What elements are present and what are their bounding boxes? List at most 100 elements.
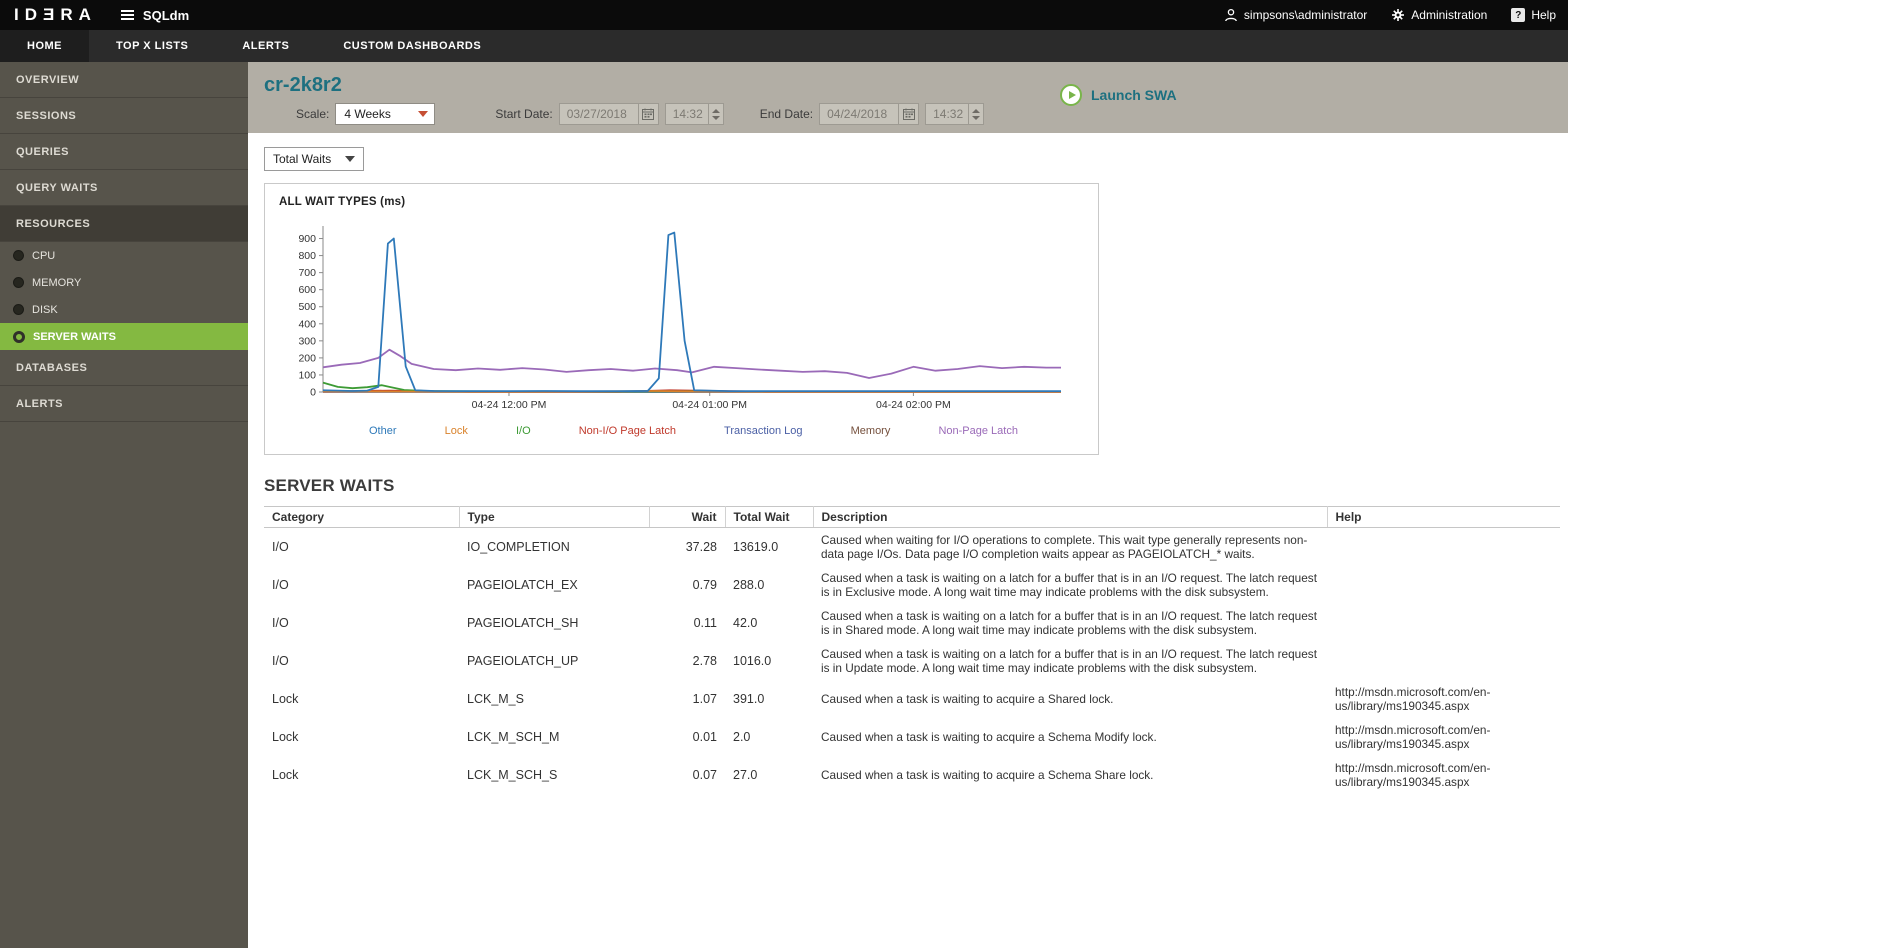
cell-type: PAGEIOLATCH_EX — [467, 578, 578, 592]
spin-down-icon — [972, 115, 981, 120]
user-menu[interactable]: simpsons\administrator — [1224, 8, 1367, 22]
server-wait-row-io-completion[interactable]: I/O IO_COMPLETION 37.28 13619.0 Caused when … — [264, 528, 1560, 567]
administration-button[interactable]: Administration — [1391, 8, 1487, 22]
idera-logo: IDƎRA — [14, 5, 97, 24]
cell-help[interactable]: http://msdn.microsoft.com/en-us/library/… — [1327, 718, 1560, 756]
sidebar-item-alerts[interactable]: ALERTS — [0, 386, 248, 422]
start-time-field: 14:32 — [664, 103, 724, 125]
column-header-wait[interactable]: Wait — [649, 506, 726, 528]
chart-title: ALL WAIT TYPES (ms) — [279, 196, 406, 208]
cell-help[interactable]: http://msdn.microsoft.com/en-us/library/… — [1327, 756, 1560, 794]
calendar-icon — [902, 108, 915, 120]
server-title: cr-2k8r2 — [264, 74, 342, 96]
table-header-row: Category Type Wait Total Wait Descriptio… — [264, 506, 1560, 528]
user-name: simpsons\administrator — [1243, 8, 1368, 22]
server-wait-row-lck-m-s[interactable]: Lock LCK_M_S 1.07 391.0 Caused when a task i… — [264, 680, 1560, 718]
legend-transaction-log[interactable]: Transaction Log — [724, 425, 802, 437]
sidebar-subitem-cpu[interactable]: CPU — [0, 242, 248, 269]
cell-category: I/O — [272, 616, 289, 630]
nav-item-top-x-lists[interactable]: TOP X LISTS — [89, 30, 215, 62]
sidebar-subitem-label: MEMORY — [32, 276, 82, 289]
sidebar-item-databases[interactable]: DATABASES — [0, 350, 248, 386]
cell-wait: 1.07 — [692, 692, 717, 706]
svg-text:200: 200 — [298, 352, 316, 364]
wait-type-dropdown[interactable]: Total Waits — [264, 147, 364, 171]
server-wait-row-pageiolatch-sh[interactable]: I/O PAGEIOLATCH_SH 0.11 42.0 Caused when a t… — [264, 604, 1560, 642]
hamburger-menu-icon[interactable] — [120, 10, 134, 20]
column-header-description[interactable]: Description — [813, 506, 1328, 528]
scale-dropdown[interactable]: 4 Weeks — [335, 103, 436, 125]
column-header-total-wait[interactable]: Total Wait — [725, 506, 814, 528]
sidebar: OVERVIEW SESSIONS QUERIES QUERY WAITS RESOUR… — [0, 62, 248, 948]
disk-status-icon — [13, 304, 24, 315]
wait-type-value: Total Waits — [273, 152, 332, 166]
server-wait-row-lck-m-sch-m[interactable]: Lock LCK_M_SCH_M 0.01 2.0 Caused when a task… — [264, 718, 1560, 756]
column-header-help[interactable]: Help — [1327, 506, 1560, 528]
cell-help[interactable]: http://msdn.microsoft.com/en-us/library/… — [1327, 680, 1560, 718]
column-header-type[interactable]: Type — [459, 506, 650, 528]
svg-text:300: 300 — [298, 335, 316, 347]
help-label: Help — [1531, 8, 1556, 22]
cell-wait: 37.28 — [685, 540, 717, 554]
start-time-spinner[interactable] — [708, 103, 724, 125]
nav-item-alerts[interactable]: ALERTS — [215, 30, 316, 62]
server-wait-row-pageiolatch-ex[interactable]: I/O PAGEIOLATCH_EX 0.79 288.0 Caused when a … — [264, 566, 1560, 604]
cell-category: Lock — [272, 730, 299, 744]
svg-text:04-24 02:00 PM: 04-24 02:00 PM — [876, 399, 951, 411]
help-button[interactable]: ? Help — [1511, 8, 1556, 22]
help-icon: ? — [1511, 8, 1526, 22]
series-non-page-latch — [322, 348, 1061, 379]
nav-item-home[interactable]: HOME — [0, 30, 89, 62]
topbar-right: simpsons\administrator Administration ? … — [1224, 8, 1556, 22]
start-date-calendar-button[interactable] — [638, 103, 659, 125]
sidebar-item-query-waits[interactable]: QUERY WAITS — [0, 170, 248, 206]
chart-legend: Other Lock I/O Non-I/O Page Latch Transactio… — [279, 425, 1098, 437]
column-header-category[interactable]: Category — [264, 506, 460, 528]
sidebar-item-queries[interactable]: QUERIES — [0, 134, 248, 170]
end-time-spinner[interactable] — [969, 103, 985, 125]
cell-category: Lock — [272, 768, 299, 782]
cell-description: Caused when a task is waiting to acquire… — [821, 768, 1154, 782]
svg-text:500: 500 — [298, 301, 316, 313]
legend-other[interactable]: Other — [369, 425, 397, 437]
series-other — [322, 231, 1061, 393]
cell-total-wait: 13619.0 — [733, 540, 779, 554]
legend-non-i-o-page-latch[interactable]: Non-I/O Page Latch — [579, 425, 676, 437]
cell-type: PAGEIOLATCH_SH — [467, 616, 579, 630]
server-wait-row-lck-m-sch-s[interactable]: Lock LCK_M_SCH_S 0.07 27.0 Caused when a tas… — [264, 756, 1560, 794]
cell-description: Caused when a task is waiting to acquire… — [821, 692, 1114, 706]
nav-item-custom-dashboards[interactable]: CUSTOM DASHBOARDS — [316, 30, 508, 62]
end-time-input[interactable]: 14:32 — [925, 103, 970, 125]
svg-text:04-24 12:00 PM: 04-24 12:00 PM — [472, 399, 547, 411]
launch-swa-button[interactable]: Launch SWA — [1060, 84, 1177, 106]
user-icon — [1224, 8, 1238, 22]
cell-category: I/O — [272, 654, 289, 668]
svg-text:400: 400 — [298, 318, 316, 330]
main-nav: HOME TOP X LISTS ALERTS CUSTOM DASHBOARDS — [0, 30, 1568, 62]
sidebar-subitem-disk[interactable]: DISK — [0, 296, 248, 323]
sidebar-item-resources[interactable]: RESOURCES — [0, 206, 248, 242]
dropdown-arrow-icon — [345, 156, 355, 162]
legend-lock[interactable]: Lock — [445, 425, 468, 437]
end-date-input[interactable]: 04/24/2018 — [819, 103, 900, 125]
cell-total-wait: 42.0 — [733, 616, 758, 630]
cell-wait: 0.11 — [693, 616, 717, 630]
svg-text:900: 900 — [298, 233, 316, 245]
sidebar-subitem-server-waits[interactable]: SERVER WAITS — [0, 323, 248, 350]
sidebar-subitem-memory[interactable]: MEMORY — [0, 269, 248, 296]
sidebar-item-sessions[interactable]: SESSIONS — [0, 98, 248, 134]
spin-up-icon — [711, 108, 720, 113]
sidebar-item-overview[interactable]: OVERVIEW — [0, 62, 248, 98]
legend-i-o[interactable]: I/O — [516, 425, 531, 437]
start-time-input[interactable]: 14:32 — [664, 103, 709, 125]
start-date-input[interactable]: 03/27/2018 — [558, 103, 639, 125]
cell-help — [1327, 528, 1560, 567]
legend-memory[interactable]: Memory — [851, 425, 891, 437]
end-date-calendar-button[interactable] — [899, 103, 920, 125]
launch-swa-icon — [1060, 84, 1082, 106]
svg-text:700: 700 — [298, 267, 316, 279]
legend-non-page-latch[interactable]: Non-Page Latch — [938, 425, 1018, 437]
server-wait-row-pageiolatch-up[interactable]: I/O PAGEIOLATCH_UP 2.78 1016.0 Caused when a… — [264, 642, 1560, 680]
wait-types-line-chart: 0 100 200 300 400 500 600 700 800 900 04-24 12:00 … — [298, 226, 1061, 411]
cell-wait: 0.07 — [692, 768, 717, 782]
